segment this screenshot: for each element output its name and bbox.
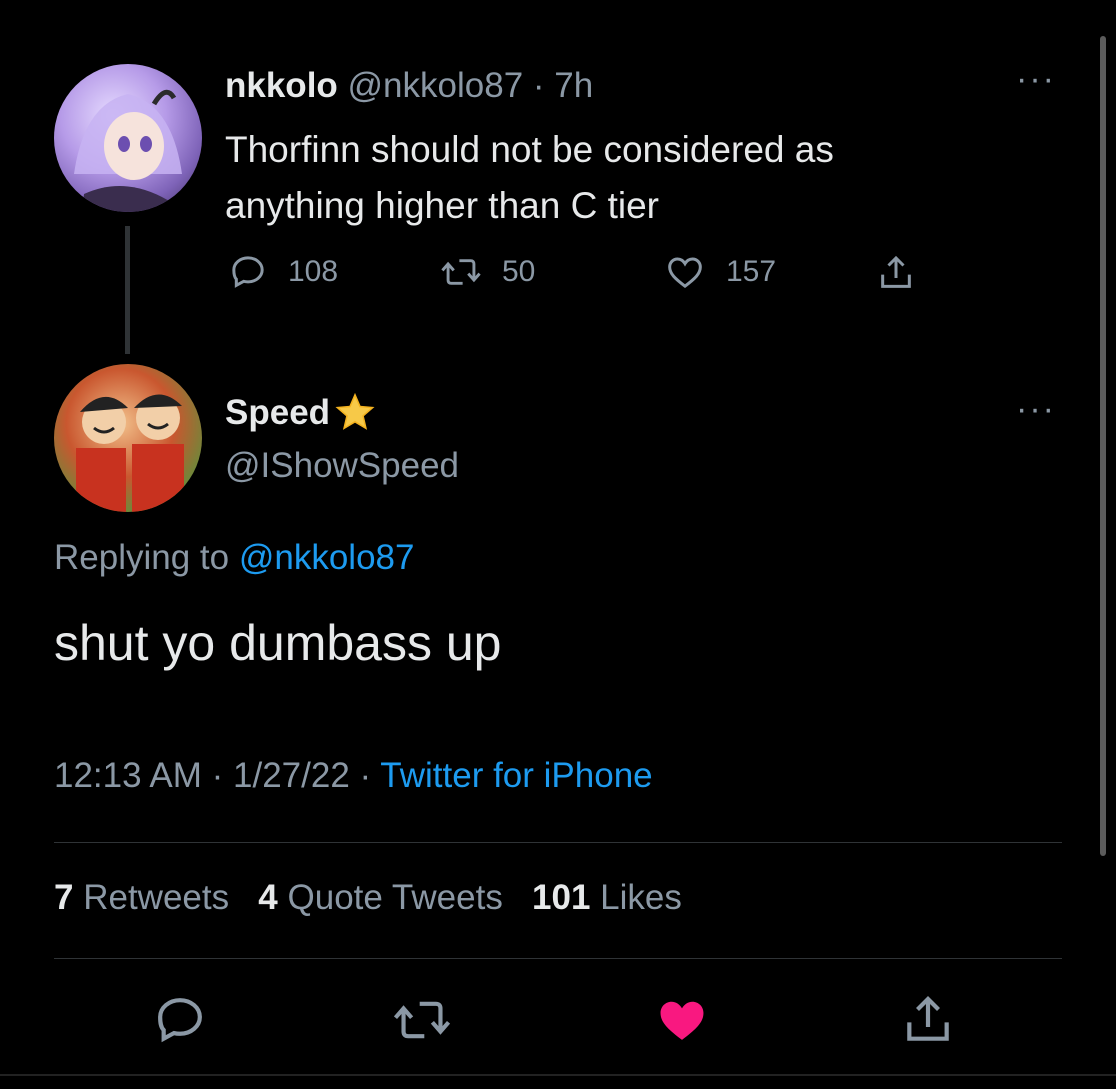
- speech-bubble-icon: [158, 998, 202, 1043]
- share-button[interactable]: [900, 992, 956, 1053]
- thread-connector-line: [125, 226, 130, 354]
- bottom-border: [0, 1074, 1116, 1076]
- reply-avatar[interactable]: [54, 364, 202, 512]
- likes-count: 101: [532, 878, 591, 917]
- parent-more-options-button[interactable]: ···: [1016, 60, 1056, 99]
- like-button[interactable]: [654, 992, 710, 1053]
- parent-reply-count: 108: [288, 255, 339, 288]
- heart-icon: [668, 257, 702, 289]
- tweet-meta-line: 12:13 AM · 1/27/22 · Twitter for iPhone: [54, 756, 653, 796]
- reply-tweet-text: shut yo dumbass up: [54, 615, 502, 671]
- likes-stat[interactable]: 101 Likes: [532, 878, 682, 917]
- likes-label: Likes: [600, 878, 682, 917]
- parent-avatar-art: [74, 89, 182, 212]
- header-separator: ·: [532, 66, 545, 105]
- parent-tweet-line-2: anything higher than C tier: [225, 185, 659, 226]
- parent-tweet-header: nkkolo @nkkolo87 · 7h: [225, 66, 593, 106]
- parent-display-name[interactable]: nkkolo: [225, 66, 338, 105]
- engagement-stats: 7 Retweets 4 Quote Tweets 101 Likes: [54, 878, 682, 918]
- retweets-count: 7: [54, 878, 74, 917]
- parent-avatar[interactable]: [54, 64, 202, 212]
- quote-tweets-stat[interactable]: 4 Quote Tweets: [258, 878, 503, 917]
- reply-display-name[interactable]: Speed: [225, 393, 330, 433]
- parent-tweet-line-1: Thorfinn should not be considered as: [225, 129, 834, 170]
- tweet-source-link[interactable]: Twitter for iPhone: [380, 756, 652, 795]
- reply-avatar-art: [76, 394, 184, 512]
- replying-to-line: Replying to @nkkolo87: [54, 538, 414, 578]
- tweet-date[interactable]: 1/27/22: [233, 756, 350, 795]
- retweets-stat[interactable]: 7 Retweets: [54, 878, 229, 917]
- speech-bubble-icon: [232, 256, 264, 288]
- reply-button[interactable]: [152, 992, 208, 1053]
- parent-retweet-button[interactable]: 50: [440, 252, 535, 292]
- parent-retweet-count: 50: [502, 255, 536, 288]
- reply-more-options-button[interactable]: ···: [1016, 390, 1056, 429]
- divider: [54, 842, 1062, 843]
- parent-time[interactable]: 7h: [554, 66, 593, 105]
- parent-reply-button[interactable]: 108: [228, 252, 338, 292]
- replying-to-handle-link[interactable]: @nkkolo87: [239, 538, 415, 577]
- share-icon: [881, 255, 911, 288]
- heart-icon: [660, 1001, 704, 1040]
- divider: [54, 958, 1062, 959]
- parent-like-button[interactable]: 157: [664, 252, 776, 292]
- quote-tweets-count: 4: [258, 878, 278, 917]
- star-icon: [335, 392, 375, 430]
- reply-handle[interactable]: @IShowSpeed: [225, 446, 459, 486]
- quote-tweets-label: Quote Tweets: [287, 878, 503, 917]
- tweet-time[interactable]: 12:13 AM: [54, 756, 202, 795]
- scrollbar[interactable]: [1100, 36, 1106, 856]
- parent-share-button[interactable]: [876, 252, 916, 294]
- meta-separator-1: ·: [211, 756, 224, 795]
- parent-like-count: 157: [726, 255, 777, 288]
- retweet-button[interactable]: [392, 992, 452, 1053]
- retweets-label: Retweets: [83, 878, 230, 917]
- parent-handle[interactable]: @nkkolo87: [348, 66, 524, 105]
- meta-separator-2: ·: [359, 756, 372, 795]
- share-icon: [907, 996, 949, 1041]
- retweet-icon: [441, 259, 481, 285]
- reply-name-row: Speed: [225, 390, 380, 436]
- retweet-icon: [393, 1001, 451, 1039]
- parent-tweet-text: Thorfinn should not be considered as any…: [225, 122, 985, 234]
- replying-to-label: Replying to: [54, 538, 230, 577]
